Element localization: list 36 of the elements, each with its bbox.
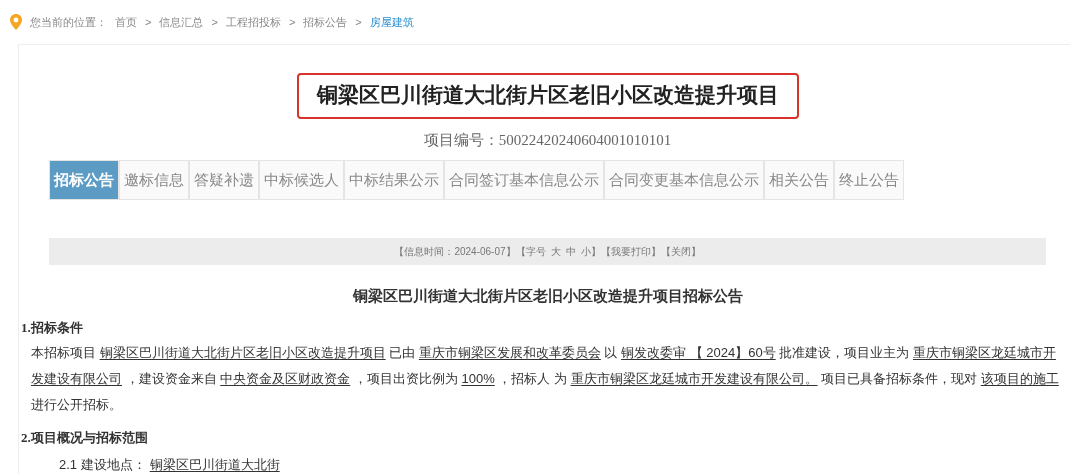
tab[interactable]: 中标结果公示 bbox=[344, 160, 444, 200]
font-size-link[interactable]: 中 bbox=[565, 244, 576, 259]
font-size-label: 【字号 bbox=[515, 245, 546, 259]
font-size-end: 】 bbox=[590, 245, 601, 259]
page-title: 铜梁区巴川街道大北街片区老旧小区改造提升项目 bbox=[296, 73, 799, 119]
breadcrumb-separator: > bbox=[288, 14, 296, 30]
breadcrumb-link[interactable]: 工程招投标 bbox=[225, 13, 281, 31]
font-size-link[interactable]: 大 bbox=[550, 244, 561, 259]
breadcrumb-separator: > bbox=[355, 14, 362, 30]
breadcrumb-link[interactable]: 信息汇总 bbox=[159, 13, 204, 31]
breadcrumb-separator: > bbox=[145, 14, 152, 30]
breadcrumb-separator: > bbox=[211, 14, 218, 30]
breadcrumb-link[interactable]: 招标公告 bbox=[303, 13, 348, 31]
section-heading: 1.招标条件 bbox=[21, 318, 84, 337]
tab[interactable]: 相关公告 bbox=[764, 160, 834, 200]
tab[interactable]: 合同签订基本信息公示 bbox=[444, 160, 604, 200]
tab[interactable]: 合同变更基本信息公示 bbox=[604, 160, 764, 200]
section-heading: 2.项目概况与招标范围 bbox=[21, 428, 149, 447]
breadcrumb-link[interactable]: 房屋建筑 bbox=[369, 13, 414, 31]
paragraph: 本招标项目 铜梁区巴川街道大北街片区老旧小区改造提升项目 已由 重庆市铜梁区发展和改革委员会 以 铜发改委审 【 2024】60号 批准建设，项目业主为 重庆市铜梁区龙廷城市开发建设有限公司 ，建设资金来自 中央资金及区财政资金 ，项目出资比例为 100% ，招标人 为 重庆市铜梁区龙廷城市开发建设有限公司。 项目已具备招标条件，现对 该项目的施工 进行公开招标。 bbox=[30, 343, 1060, 414]
tab[interactable]: 招标公告 bbox=[49, 160, 119, 200]
breadcrumb-label: 您当前的位置： bbox=[30, 14, 107, 30]
field-label: 2.1 建设地点： bbox=[59, 455, 146, 474]
location-pin-icon bbox=[10, 14, 22, 30]
tab[interactable]: 中标候选人 bbox=[259, 160, 344, 200]
breadcrumb-link[interactable]: 首页 bbox=[115, 13, 137, 31]
action-link[interactable]: 【关闭】 bbox=[660, 244, 701, 259]
info-time: 【信息时间：2024-06-07】 bbox=[394, 245, 516, 259]
font-size-link[interactable]: 小 bbox=[580, 244, 591, 259]
notice-title: 铜梁区巴川街道大北街片区老旧小区改造提升项目招标公告 bbox=[352, 287, 743, 306]
field-value: 铜梁区巴川街道大北街 bbox=[149, 455, 280, 474]
tab[interactable]: 邀标信息 bbox=[119, 160, 189, 200]
action-link[interactable]: 【我要打印】 bbox=[600, 244, 661, 259]
tab[interactable]: 终止公告 bbox=[834, 160, 904, 200]
tab[interactable]: 答疑补遗 bbox=[189, 160, 259, 200]
project-number: 项目编号：50022420240604001010101 bbox=[423, 130, 672, 150]
